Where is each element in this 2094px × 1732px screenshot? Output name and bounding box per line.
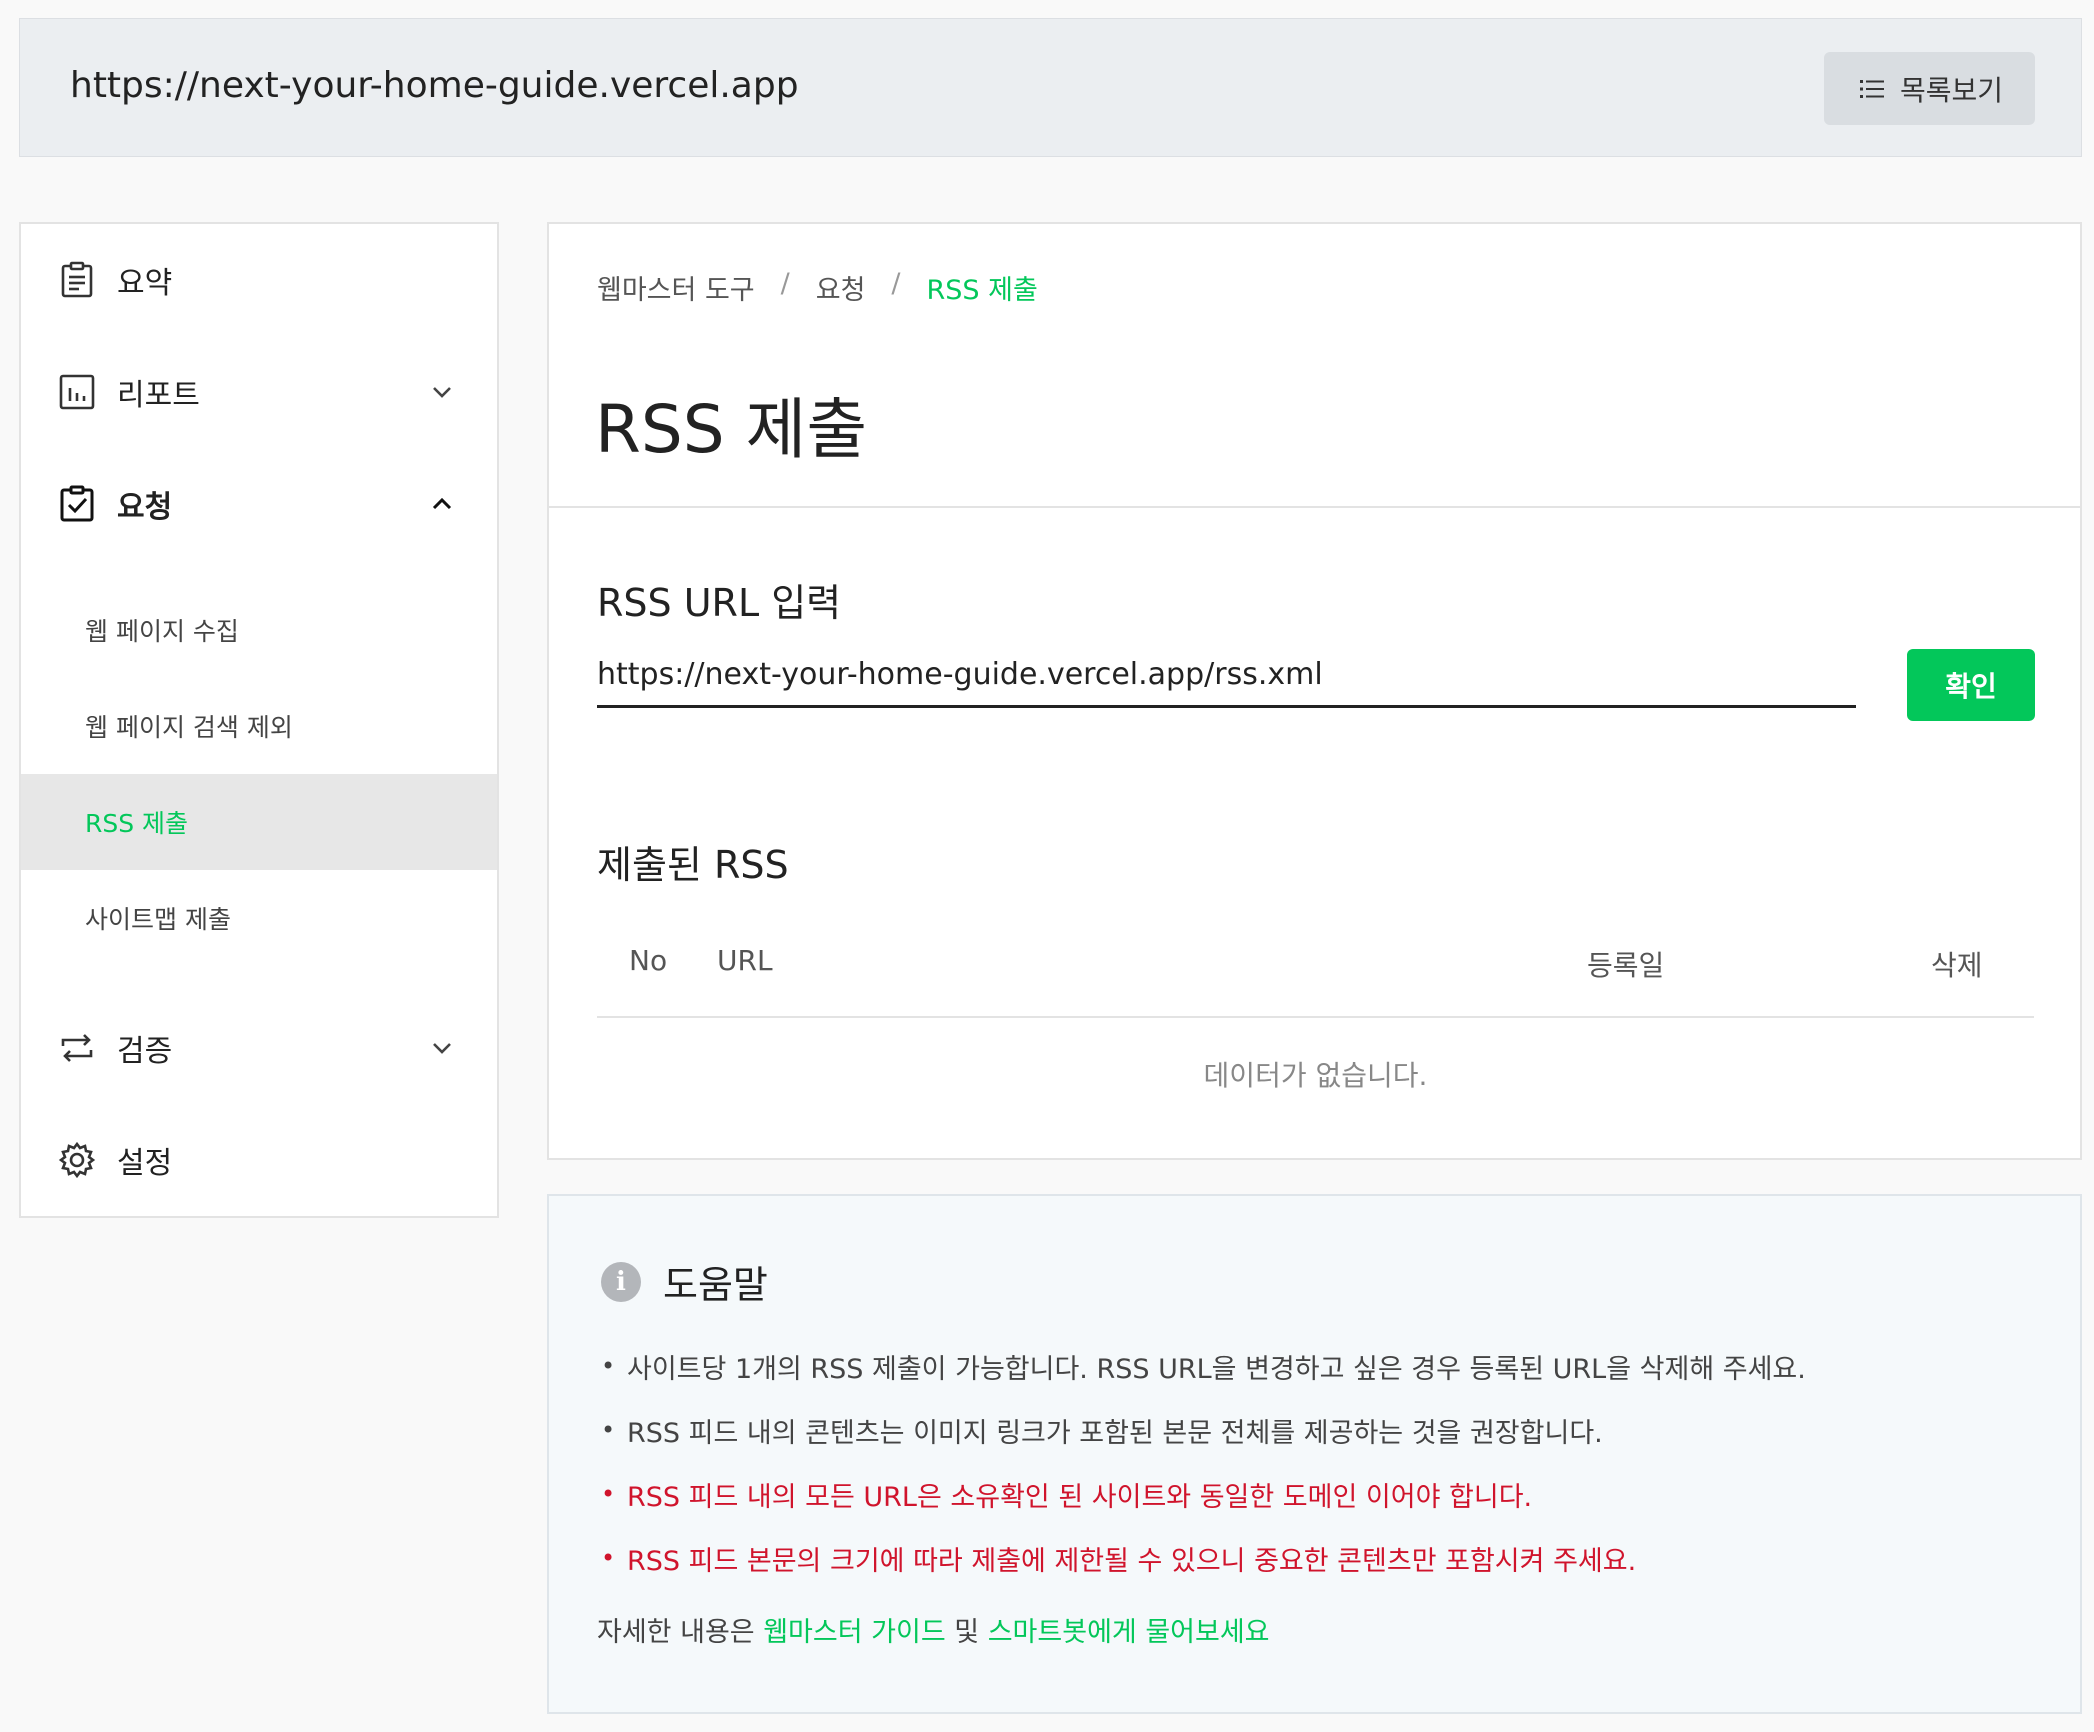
help-panel: i 도움말 • 사이트당 1개의 RSS 제출이 가능합니다. RSS URL을 … (547, 1194, 2082, 1714)
bullet-icon: • (601, 1544, 616, 1572)
sidebar-subitem-web-page-exclude[interactable]: 웹 페이지 검색 제외 (21, 678, 497, 774)
column-header-delete: 삭제 (1931, 949, 1983, 982)
clipboard-list-icon (57, 260, 97, 300)
help-item-text: RSS 피드 본문의 크기에 따라 제출에 제한될 수 있으니 중요한 콘텐츠만… (627, 1545, 1637, 1577)
help-footer-mid: 및 (945, 1617, 988, 1648)
rss-submit-panel: 웹마스터 도구 / 요청 / RSS 제출 RSS 제출 RSS URL 입력 … (547, 222, 2082, 1160)
info-icon: i (601, 1261, 641, 1302)
sidebar-item-verify[interactable]: 검증 (21, 1008, 497, 1088)
help-item-text: 사이트당 1개의 RSS 제출이 가능합니다. RSS URL을 변경하고 싶은… (627, 1353, 1806, 1385)
breadcrumb-separator: / (891, 268, 901, 299)
help-item: • 사이트당 1개의 RSS 제출이 가능합니다. RSS URL을 변경하고 싶… (601, 1334, 1806, 1398)
sidebar-subitem-sitemap-submit[interactable]: 사이트맵 제출 (21, 870, 497, 966)
chevron-up-icon[interactable] (427, 489, 457, 519)
submitted-rss-heading: 제출된 RSS (597, 843, 789, 887)
sidebar-subitem-web-page-collect[interactable]: 웹 페이지 수집 (21, 582, 497, 678)
chevron-down-icon[interactable] (427, 377, 457, 407)
bar-chart-icon (57, 372, 97, 412)
breadcrumb-item-webmaster-tools[interactable]: 웹마스터 도구 (597, 268, 755, 307)
page-title: RSS 제출 (595, 391, 868, 468)
breadcrumb-separator: / (780, 268, 790, 299)
table-header-divider (597, 1016, 2034, 1018)
help-item: • RSS 피드 내의 콘텐츠는 이미지 링크가 포함된 본문 전체를 제공하는 … (601, 1398, 1806, 1462)
sidebar-item-label: 검증 (117, 1034, 173, 1069)
help-footer-prefix: 자세한 내용은 (597, 1617, 764, 1648)
sidebar-item-label: 리포트 (117, 378, 200, 413)
help-item-warning: • RSS 피드 본문의 크기에 따라 제출에 제한될 수 있으니 중요한 콘텐츠… (601, 1526, 1806, 1590)
chevron-down-icon[interactable] (427, 1033, 457, 1063)
sidebar-subitem-rss-submit[interactable]: RSS 제출 (21, 774, 497, 870)
bullet-icon: • (601, 1352, 616, 1380)
sidebar-item-label: 요청 (117, 490, 173, 525)
confirm-button[interactable]: 확인 (1907, 649, 2035, 721)
column-header-date: 등록일 (1587, 949, 1665, 982)
help-item-text: RSS 피드 내의 모든 URL은 소유확인 된 사이트와 동일한 도메인 이어… (627, 1481, 1533, 1513)
gear-icon (57, 1140, 97, 1180)
site-header: https://next-your-home-guide.vercel.app … (19, 18, 2082, 157)
divider (549, 506, 2080, 508)
rss-url-heading: RSS URL 입력 (597, 581, 842, 625)
empty-table-message: 데이터가 없습니다. (1203, 1059, 1428, 1092)
sidebar-item-label: 설정 (117, 1146, 173, 1181)
site-url: https://next-your-home-guide.vercel.app (70, 65, 799, 106)
help-item-warning: • RSS 피드 내의 모든 URL은 소유확인 된 사이트와 동일한 도메인 이… (601, 1462, 1806, 1526)
help-item-text: RSS 피드 내의 콘텐츠는 이미지 링크가 포함된 본문 전체를 제공하는 것… (627, 1417, 1603, 1449)
sidebar-item-summary[interactable]: 요약 (21, 240, 497, 320)
sidebar-item-report[interactable]: 리포트 (21, 352, 497, 432)
repeat-icon (57, 1028, 97, 1068)
breadcrumb-item-current: RSS 제출 (926, 275, 1038, 306)
webmaster-guide-link[interactable]: 웹마스터 가이드 (763, 1617, 945, 1648)
breadcrumb-item-request[interactable]: 요청 (816, 268, 866, 307)
help-header: i 도움말 (601, 1254, 768, 1309)
clipboard-check-icon (57, 484, 97, 524)
breadcrumb: 웹마스터 도구 / 요청 / RSS 제출 (597, 268, 1038, 307)
sidebar-item-settings[interactable]: 설정 (21, 1120, 497, 1200)
bullet-icon: • (601, 1416, 616, 1444)
sidebar: 요약 리포트 요청 웹 페이지 수집 웹 페이지 검색 제외 RSS 제출 사이… (19, 222, 499, 1218)
sidebar-item-label: 요약 (117, 266, 173, 301)
rss-url-input[interactable] (597, 644, 1856, 708)
help-title: 도움말 (663, 1263, 768, 1307)
column-header-no: No (629, 944, 668, 977)
help-list: • 사이트당 1개의 RSS 제출이 가능합니다. RSS URL을 변경하고 싶… (601, 1334, 1806, 1590)
sidebar-item-request[interactable]: 요청 (21, 464, 497, 544)
bullet-icon: • (601, 1480, 616, 1508)
list-icon (1859, 79, 1884, 98)
smartbot-link[interactable]: 스마트봇에게 물어보세요 (988, 1617, 1270, 1648)
help-footer: 자세한 내용은 웹마스터 가이드 및 스마트봇에게 물어보세요 (597, 1610, 1270, 1649)
list-view-button[interactable]: 목록보기 (1824, 52, 2035, 125)
column-header-url: URL (717, 944, 773, 977)
list-view-label: 목록보기 (1899, 73, 2004, 107)
